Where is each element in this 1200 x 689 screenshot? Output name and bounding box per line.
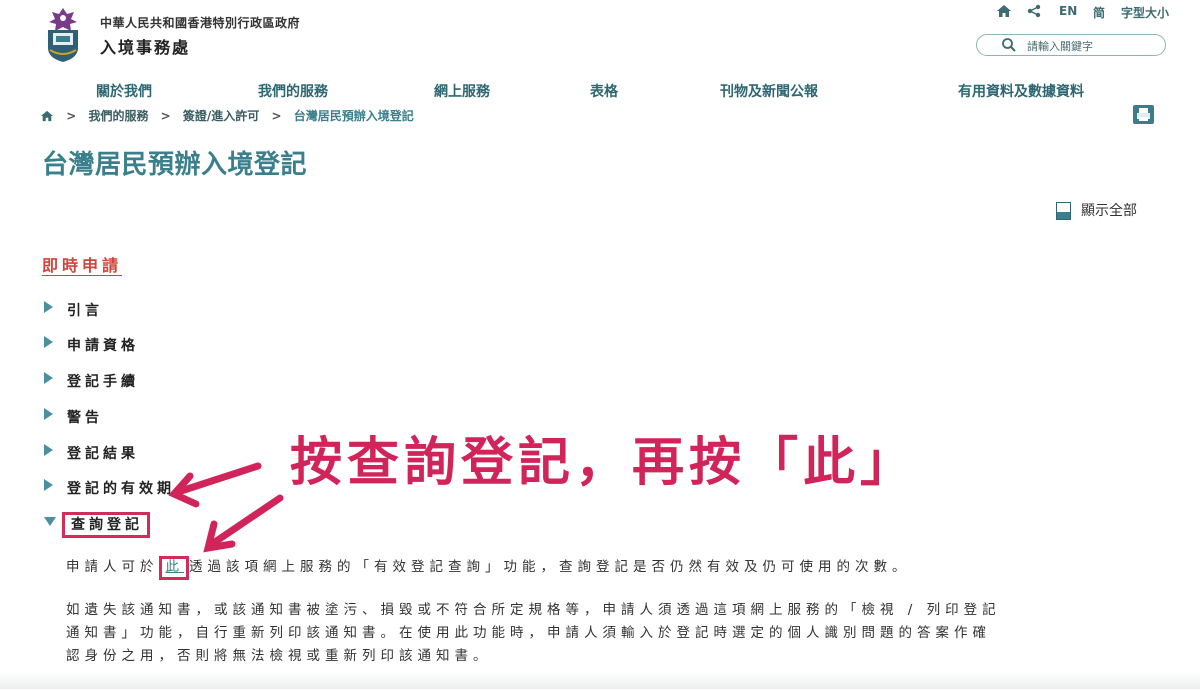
home-icon[interactable]	[40, 110, 54, 122]
paragraph-text: 透過該項網上服務的「有效登記查詢」功能，查詢登記是否仍然有效及仍可使用的次數。	[189, 559, 911, 575]
expand-all-icon	[1056, 202, 1071, 220]
reprint-paragraph: 如遺失該通知書，或該通知書被塗污、損毀或不符合所定規格等，申請人須透過這項網上服…	[66, 599, 1001, 668]
paragraph-line: 如遺失該通知書，或該通知書被塗污、損毀或不符合所定規格等，申請人須透過這項網上服…	[66, 602, 1001, 618]
paragraph-line: 通知書」功能，自行重新列印該通知書。在使用此功能時，申請人須輸入於登記時選定的個…	[66, 625, 991, 641]
expand-triangle-icon	[44, 479, 53, 491]
annotation-text: 按查詢登記，再按「此」	[290, 433, 918, 493]
accordion-procedure[interactable]: 登記手續	[44, 371, 139, 391]
expand-triangle-icon	[44, 408, 53, 420]
accordion-label: 登記結果	[67, 446, 139, 462]
government-name: 中華人民共和國香港特別行政區政府	[100, 16, 301, 30]
paragraph-line: 認身份之用，否則將無法檢視或重新列印該通知書。	[66, 648, 492, 664]
print-icon	[1137, 108, 1150, 121]
accordion-label: 引言	[67, 303, 103, 319]
breadcrumb: > 我們的服務 > 簽證/進入許可 > 台灣居民預辦入境登記	[40, 107, 414, 125]
accordion-warning[interactable]: 警告	[44, 407, 103, 427]
breadcrumb-separator: >	[160, 108, 171, 123]
breadcrumb-our-services[interactable]: 我們的服務	[88, 109, 148, 123]
search-icon[interactable]	[1001, 37, 1017, 53]
share-icon[interactable]	[1027, 4, 1041, 18]
accordion-eligibility[interactable]: 申請資格	[44, 335, 139, 355]
accordion-label: 查詢登記	[62, 512, 150, 538]
accordion-introduction[interactable]: 引言	[44, 300, 103, 320]
show-all-toggle[interactable]: 顯示全部	[1056, 200, 1137, 220]
department-name[interactable]: 入境事務處	[100, 34, 190, 58]
breadcrumb-visas[interactable]: 簽證/進入許可	[183, 109, 259, 123]
accordion-label: 警告	[67, 410, 103, 426]
nav-useful-info[interactable]: 有用資料及數據資料	[958, 81, 1084, 101]
home-icon[interactable]	[996, 4, 1012, 18]
font-size-link[interactable]: 字型大小	[1121, 4, 1169, 21]
bottom-shadow	[0, 672, 1200, 689]
accordion-enquiry[interactable]: 查詢登記	[44, 512, 150, 538]
expand-triangle-icon	[44, 301, 53, 313]
search-placeholder: 請輸入關鍵字	[1027, 40, 1093, 53]
expand-triangle-icon	[44, 444, 53, 456]
nav-online-services[interactable]: 網上服務	[434, 81, 490, 101]
page-title: 台灣居民預辦入境登記	[42, 150, 308, 180]
nav-our-services[interactable]: 我們的服務	[258, 81, 328, 101]
paragraph-text: 申請人可於	[66, 559, 159, 575]
breadcrumb-separator: >	[271, 108, 282, 123]
lang-sc-link[interactable]: 简	[1093, 4, 1105, 21]
lang-en-link[interactable]: EN	[1059, 4, 1077, 18]
breadcrumb-current: 台灣居民預辦入境登記	[293, 109, 414, 123]
nav-publications[interactable]: 刊物及新聞公報	[720, 81, 818, 101]
search-input[interactable]: 請輸入關鍵字	[976, 34, 1166, 56]
show-all-label: 顯示全部	[1081, 203, 1137, 219]
immigration-logo[interactable]	[40, 6, 86, 64]
accordion-label: 登記手續	[67, 374, 139, 390]
accordion-label: 申請資格	[67, 338, 139, 354]
nav-about-us[interactable]: 關於我們	[96, 81, 152, 101]
expand-triangle-icon	[44, 372, 53, 384]
collapse-triangle-icon	[44, 517, 56, 526]
expand-triangle-icon	[44, 336, 53, 348]
accordion-result[interactable]: 登記結果	[44, 443, 139, 463]
instant-apply-link[interactable]: 即時申請	[42, 252, 122, 276]
nav-forms[interactable]: 表格	[590, 81, 618, 101]
print-button[interactable]	[1133, 105, 1154, 124]
annotation-arrows	[168, 462, 284, 553]
breadcrumb-separator: >	[66, 108, 77, 123]
